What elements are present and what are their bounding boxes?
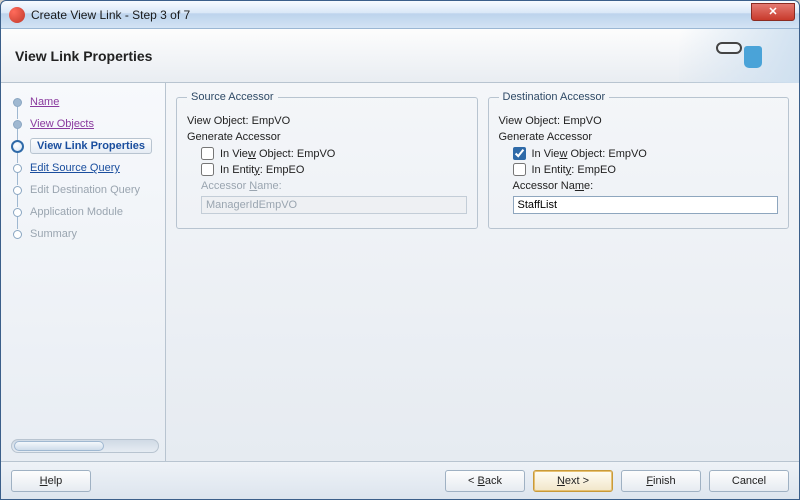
wizard-header: View Link Properties	[1, 29, 799, 83]
source-accessor-name-label: Accessor Name:	[201, 180, 467, 192]
step-label: Summary	[30, 228, 77, 240]
checkbox-label: In Entity: EmpEO	[220, 164, 304, 176]
step-dot-icon	[13, 164, 22, 173]
step-label: Application Module	[30, 206, 123, 218]
checkbox-input[interactable]	[513, 163, 526, 176]
checkbox-input[interactable]	[201, 163, 214, 176]
dest-accessor-name-label: Accessor Name:	[513, 180, 779, 192]
step-view-link-properties[interactable]: View Link Properties	[9, 135, 165, 157]
step-edit-destination-query: Edit Destination Query	[9, 179, 165, 201]
dest-view-object-row: View Object: EmpVO	[499, 115, 779, 127]
checkbox-label: In View Object: EmpVO	[532, 148, 647, 160]
step-list: Name View Objects View Link Properties E…	[9, 91, 165, 435]
sidebar-scrollbar[interactable]	[11, 439, 159, 453]
view-link-icon	[716, 40, 762, 72]
dest-view-object-value: EmpVO	[563, 115, 602, 127]
wizard-content: Source Accessor View Object: EmpVO Gener…	[166, 83, 799, 461]
checkbox-label: In Entity: EmpEO	[532, 164, 616, 176]
destination-accessor-group: Destination Accessor View Object: EmpVO …	[488, 91, 790, 229]
source-view-object-value: EmpVO	[252, 115, 291, 127]
source-view-object-row: View Object: EmpVO	[187, 115, 467, 127]
window-title: Create View Link - Step 3 of 7	[31, 8, 190, 22]
step-label[interactable]: View Objects	[30, 118, 94, 130]
source-legend: Source Accessor	[187, 91, 278, 103]
step-dot-icon	[13, 230, 22, 239]
source-accessor-group: Source Accessor View Object: EmpVO Gener…	[176, 91, 478, 229]
step-label: View Link Properties	[30, 138, 152, 154]
step-dot-icon	[11, 140, 24, 153]
dest-in-view-object-checkbox[interactable]: In View Object: EmpVO	[513, 147, 779, 160]
scrollbar-thumb[interactable]	[14, 441, 104, 451]
source-in-view-object-checkbox[interactable]: In View Object: EmpVO	[201, 147, 467, 160]
page-title: View Link Properties	[15, 48, 152, 64]
close-button[interactable]: ✕	[751, 3, 795, 21]
step-name[interactable]: Name	[9, 91, 165, 113]
step-application-module: Application Module	[9, 201, 165, 223]
dest-legend: Destination Accessor	[499, 91, 610, 103]
step-dot-icon	[13, 208, 22, 217]
source-in-entity-checkbox[interactable]: In Entity: EmpEO	[201, 163, 467, 176]
step-dot-icon	[13, 186, 22, 195]
app-icon	[9, 7, 25, 23]
step-dot-icon	[13, 98, 22, 107]
step-summary: Summary	[9, 223, 165, 245]
dest-accessor-name-input[interactable]	[513, 196, 779, 214]
dest-view-object-label: View Object:	[499, 115, 561, 127]
header-decoration	[679, 29, 799, 83]
help-button[interactable]: Help	[11, 470, 91, 492]
back-button[interactable]: < Back	[445, 470, 525, 492]
source-accessor-name-input	[201, 196, 467, 214]
wizard-footer: Help < Back Next > Finish Cancel	[1, 461, 799, 499]
step-dot-icon	[13, 120, 22, 129]
titlebar: Create View Link - Step 3 of 7 ✕	[1, 1, 799, 29]
dest-generate-label: Generate Accessor	[499, 131, 779, 143]
close-icon: ✕	[768, 5, 777, 18]
wizard-window: Create View Link - Step 3 of 7 ✕ View Li…	[0, 0, 800, 500]
step-label[interactable]: Name	[30, 96, 59, 108]
step-view-objects[interactable]: View Objects	[9, 113, 165, 135]
dest-accessor-name-row	[513, 196, 779, 214]
checkbox-input[interactable]	[513, 147, 526, 160]
source-generate-label: Generate Accessor	[187, 131, 467, 143]
finish-button[interactable]: Finish	[621, 470, 701, 492]
source-view-object-label: View Object:	[187, 115, 249, 127]
cancel-button[interactable]: Cancel	[709, 470, 789, 492]
step-label[interactable]: Edit Source Query	[30, 162, 120, 174]
wizard-body: Name View Objects View Link Properties E…	[1, 83, 799, 461]
checkbox-label: In View Object: EmpVO	[220, 148, 335, 160]
checkbox-input[interactable]	[201, 147, 214, 160]
step-label: Edit Destination Query	[30, 184, 140, 196]
step-edit-source-query[interactable]: Edit Source Query	[9, 157, 165, 179]
next-button[interactable]: Next >	[533, 470, 613, 492]
dest-in-entity-checkbox[interactable]: In Entity: EmpEO	[513, 163, 779, 176]
wizard-sidebar: Name View Objects View Link Properties E…	[1, 83, 166, 461]
source-accessor-name-row	[201, 196, 467, 214]
